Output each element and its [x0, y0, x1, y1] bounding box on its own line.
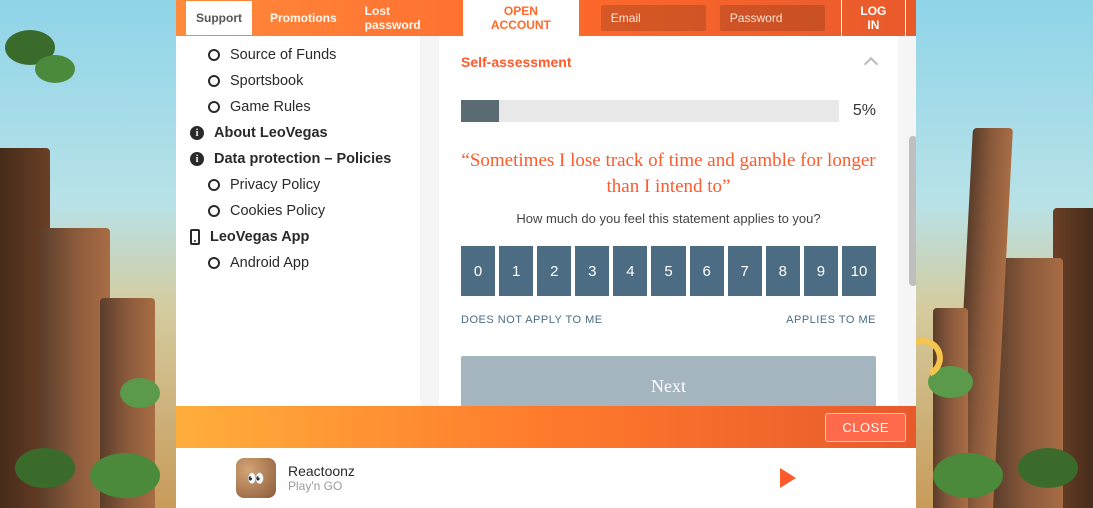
- assessment-question: “Sometimes I lose track of time and gamb…: [461, 148, 876, 199]
- bullet-icon: [208, 101, 220, 113]
- game-name: Reactoonz: [288, 463, 355, 479]
- chevron-up-icon: [864, 57, 878, 71]
- scale-low-label: DOES NOT APPLY TO ME: [461, 314, 603, 326]
- scale-btn-0[interactable]: 0: [461, 246, 495, 296]
- progress-row: 5%: [461, 100, 876, 122]
- sidebar-item-source-of-funds[interactable]: Source of Funds: [190, 42, 414, 68]
- info-icon: i: [190, 152, 204, 166]
- open-account-button[interactable]: OPEN ACCOUNT: [463, 0, 579, 38]
- sidebar-item-privacy-policy[interactable]: Privacy Policy: [190, 172, 414, 198]
- app-container: Support Promotions Lost password OPEN AC…: [176, 0, 916, 508]
- info-icon: i: [190, 126, 204, 140]
- assessment-subquestion: How much do you feel this statement appl…: [461, 211, 876, 226]
- bullet-icon: [208, 179, 220, 191]
- footer-game-tile[interactable]: Reactoonz Play'n GO: [176, 448, 916, 508]
- sidebar-heading-app[interactable]: LeoVegas App: [190, 224, 414, 250]
- left-rocks-art: [0, 0, 180, 508]
- play-icon[interactable]: [780, 468, 796, 488]
- scale-high-label: APPLIES TO ME: [786, 314, 876, 326]
- progress-bar: [461, 100, 839, 122]
- sidebar-item-label: Game Rules: [230, 99, 311, 115]
- bullet-icon: [208, 205, 220, 217]
- sidebar-item-label: About LeoVegas: [214, 125, 328, 141]
- sidebar-heading-about[interactable]: i About LeoVegas: [190, 120, 414, 146]
- assessment-card-header[interactable]: Self-assessment: [439, 36, 898, 80]
- scale-btn-7[interactable]: 7: [728, 246, 762, 296]
- email-field[interactable]: [601, 5, 706, 31]
- sidebar-item-sportsbook[interactable]: Sportsbook: [190, 68, 414, 94]
- close-bar: CLOSE: [176, 406, 916, 448]
- sidebar-item-game-rules[interactable]: Game Rules: [190, 94, 414, 120]
- bullet-icon: [208, 49, 220, 61]
- game-provider: Play'n GO: [288, 479, 355, 493]
- game-icon: [236, 458, 276, 498]
- close-button[interactable]: CLOSE: [825, 413, 906, 442]
- password-field[interactable]: [720, 5, 825, 31]
- next-button[interactable]: Next: [461, 356, 876, 406]
- sidebar-item-label: Sportsbook: [230, 73, 303, 89]
- sidebar-heading-data-protection[interactable]: i Data protection – Policies: [190, 146, 414, 172]
- sidebar-item-android-app[interactable]: Android App: [190, 250, 414, 276]
- sidebar-item-label: Cookies Policy: [230, 203, 325, 219]
- scale-btn-2[interactable]: 2: [537, 246, 571, 296]
- sidebar-item-label: Android App: [230, 255, 309, 271]
- scale-btn-10[interactable]: 10: [842, 246, 876, 296]
- nav-support[interactable]: Support: [186, 1, 252, 35]
- progress-fill: [461, 100, 499, 122]
- sidebar-item-cookies-policy[interactable]: Cookies Policy: [190, 198, 414, 224]
- nav-promotions[interactable]: Promotions: [260, 1, 347, 35]
- scale-btn-4[interactable]: 4: [613, 246, 647, 296]
- scale-btn-6[interactable]: 6: [690, 246, 724, 296]
- scale-btn-9[interactable]: 9: [804, 246, 838, 296]
- scale-labels: DOES NOT APPLY TO ME APPLIES TO ME: [461, 314, 876, 326]
- sidebar-item-label: Data protection – Policies: [214, 151, 391, 167]
- assessment-scale: 0 1 2 3 4 5 6 7 8 9 10: [461, 246, 876, 296]
- scrollbar-thumb[interactable]: [909, 136, 916, 286]
- progress-percent: 5%: [853, 102, 876, 120]
- phone-icon: [190, 229, 200, 245]
- assessment-card: 5% “Sometimes I lose track of time and g…: [439, 80, 898, 406]
- scale-btn-3[interactable]: 3: [575, 246, 609, 296]
- sidebar: Source of Funds Sportsbook Game Rules i …: [176, 36, 421, 406]
- scale-btn-1[interactable]: 1: [499, 246, 533, 296]
- login-button[interactable]: LOG IN: [841, 0, 906, 38]
- game-meta: Reactoonz Play'n GO: [288, 463, 355, 493]
- top-navigation-bar: Support Promotions Lost password OPEN AC…: [176, 0, 916, 36]
- right-rocks-art: [913, 0, 1093, 508]
- sidebar-item-label: LeoVegas App: [210, 229, 309, 245]
- main-content: Self-assessment 5% “Sometimes I lose tra…: [421, 36, 916, 406]
- assessment-title: Self-assessment: [461, 54, 572, 70]
- sidebar-item-label: Source of Funds: [230, 47, 336, 63]
- bullet-icon: [208, 75, 220, 87]
- sidebar-item-label: Privacy Policy: [230, 177, 320, 193]
- bullet-icon: [208, 257, 220, 269]
- scale-btn-8[interactable]: 8: [766, 246, 800, 296]
- scale-btn-5[interactable]: 5: [651, 246, 685, 296]
